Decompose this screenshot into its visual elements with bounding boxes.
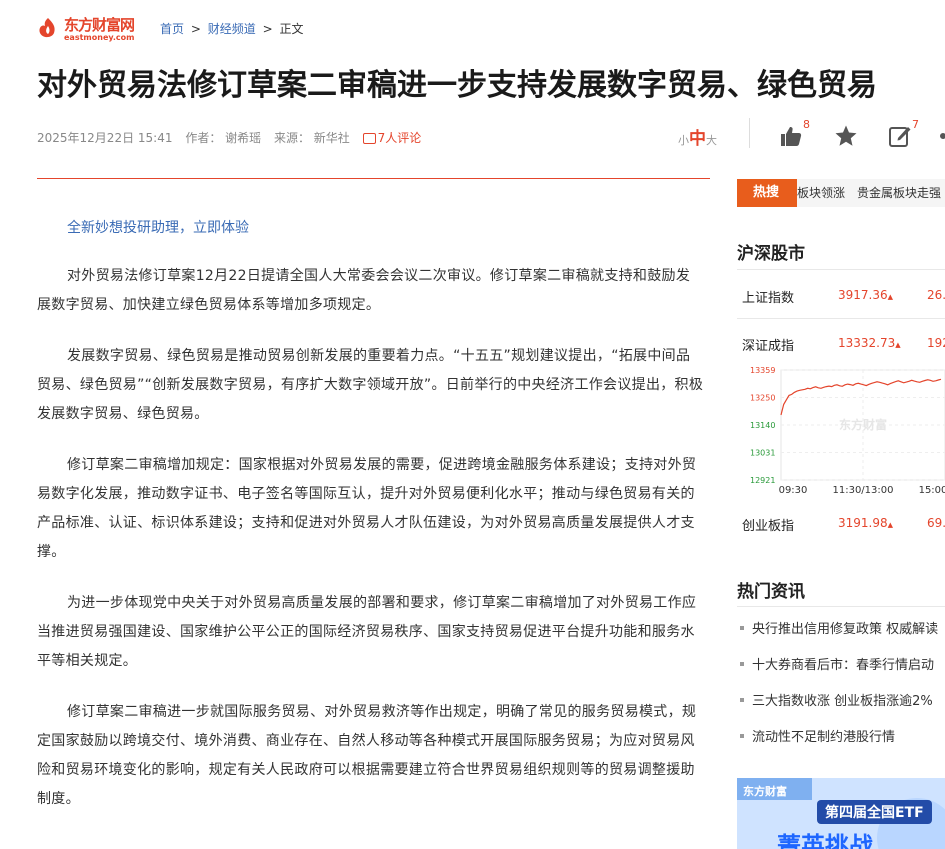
favorite-button[interactable] [834, 124, 858, 148]
comment-edit-button[interactable]: 7 [888, 118, 919, 148]
thumbs-up-icon [781, 127, 802, 146]
index-change: 192. [927, 336, 945, 350]
font-medium-button[interactable]: 中 [689, 129, 706, 149]
news-item[interactable]: 流动性不足制约港股行情 [740, 726, 895, 745]
breadcrumb-separator: > [190, 22, 201, 36]
chart-y-tick-label: 13031 [750, 449, 775, 458]
index-name: 创业板指 [742, 519, 795, 534]
article-paragraph: 修订草案二审稿进一步就国际服务贸易、对外贸易救济等作出规定，明确了常见的服务贸易… [37, 704, 697, 807]
chart-y-tick-label: 12921 [750, 476, 775, 485]
news-section-title: 热门资讯 [737, 582, 805, 602]
intraday-chart[interactable]: 13359 13250 13140 13031 12921 09:30 11:30/13:0… [737, 362, 945, 498]
edit-icon [889, 127, 911, 147]
hot-search-text[interactable]: 板块领涨 贵金属板块走强 [797, 179, 941, 207]
author: 作者： 谢希瑶 [185, 131, 262, 145]
bullet-icon [740, 662, 744, 666]
comments-link[interactable]: 7人评论 [362, 131, 431, 145]
comments-count: 7人评论 [377, 131, 422, 145]
star-icon [835, 125, 857, 146]
section-divider [737, 606, 945, 607]
index-value: 3917.36▲ [838, 288, 894, 302]
chart-y-tick-label: 13359 [750, 366, 775, 375]
section-divider [737, 269, 945, 270]
banner-title: 第四届全国ETF [817, 800, 932, 824]
banner-logo: 东方财富 [743, 785, 787, 798]
bullet-icon [740, 626, 744, 630]
index-row-szse[interactable]: 深证成指 13332.73▲ 192. [737, 328, 945, 360]
etf-contest-banner[interactable]: 东方财富 第四届全国ETF 菁英挑战 [737, 778, 945, 849]
news-item[interactable]: 三大指数收涨 创业板指涨逾2% [740, 690, 933, 709]
chart-x-tick-label: 09:30 [779, 485, 808, 496]
row-divider [737, 318, 945, 319]
market-section-title: 沪深股市 [737, 244, 805, 264]
chart-y-tick-label: 13250 [750, 394, 775, 403]
article-body: 对外贸易法修订草案12月22日提请全国人大常委会会议二次审议。修订草案二审稿就支… [37, 262, 704, 836]
article-title: 对外贸易法修订草案二审稿进一步支持发展数字贸易、绿色贸易 [37, 68, 877, 103]
index-name: 深证成指 [742, 339, 795, 354]
bullet-icon [740, 734, 744, 738]
article-paragraph: 发展数字贸易、绿色贸易是推动贸易创新发展的重要着力点。“十五五”规划建议提出，“… [37, 348, 704, 422]
source: 来源： 新华社 [273, 131, 350, 145]
logo-text-cn: 东方财富网 [64, 16, 135, 34]
font-size-switcher: 小中大 [678, 124, 717, 149]
index-row-chinext[interactable]: 创业板指 3191.98▲ 69. [737, 508, 945, 540]
site-logo[interactable]: 东方财富网 eastmoney.com [36, 14, 146, 44]
news-item[interactable]: 央行推出信用修复政策 权威解读 [740, 618, 938, 637]
font-small-button[interactable]: 小 [678, 134, 689, 147]
chart-x-tick-label: 15:00 [919, 485, 945, 496]
font-large-button[interactable]: 大 [706, 134, 717, 147]
article-paragraph: 修订草案二审稿增加规定：国家根据对外贸易发展的需要，促进跨境金融服务体系建设；支… [37, 457, 697, 560]
index-change: 69. [927, 516, 945, 530]
ai-assistant-promo-link[interactable]: 全新妙想投研助理，立即体验 [67, 217, 249, 237]
chart-y-tick-label: 13140 [750, 421, 775, 430]
title-divider [37, 178, 710, 179]
banner-subtitle: 菁英挑战 [777, 832, 873, 849]
hot-search-bar[interactable]: 热搜 板块领涨 贵金属板块走强 [737, 179, 945, 207]
logo-flame-icon [39, 18, 55, 38]
breadcrumb-separator: > [262, 22, 273, 36]
breadcrumb-current: 正文 [279, 22, 304, 36]
publish-date: 2025年12月22日 15:41 [37, 131, 173, 145]
index-name: 上证指数 [742, 291, 795, 306]
toolbar-divider [749, 118, 750, 148]
like-button[interactable]: 8 [779, 118, 810, 148]
bullet-icon [740, 698, 744, 702]
article-meta: 2025年12月22日 15:41 作者： 谢希瑶 来源： 新华社 7人评论 [37, 129, 430, 146]
edit-count: 7 [912, 118, 919, 131]
index-value: 3191.98▲ [838, 516, 894, 530]
like-count: 8 [803, 118, 810, 131]
share-icon [940, 133, 945, 139]
chart-watermark: 东方财富 [839, 417, 887, 432]
article-paragraph: 对外贸易法修订草案12月22日提请全国人大常委会会议二次审议。修订草案二审稿就支… [37, 268, 691, 313]
breadcrumb: 首页 > 财经频道 > 正文 [160, 20, 303, 37]
index-change: 26. [927, 288, 945, 302]
share-button[interactable] [937, 124, 945, 148]
index-row-sse[interactable]: 上证指数 3917.36▲ 26. [737, 280, 945, 312]
breadcrumb-finance-link[interactable]: 财经频道 [208, 22, 256, 36]
article-paragraph: 为进一步体现党中央关于对外贸易高质量发展的部署和要求，修订草案二审稿增加了对外贸… [37, 595, 697, 669]
breadcrumb-home-link[interactable]: 首页 [160, 22, 184, 36]
chart-x-tick-label: 11:30/13:00 [832, 485, 893, 496]
comment-icon [362, 133, 376, 144]
hot-search-label: 热搜 [737, 179, 797, 207]
index-value: 13332.73▲ [838, 336, 901, 350]
logo-text-en: eastmoney.com [64, 33, 135, 42]
news-item[interactable]: 十大券商看后市：春季行情启动 [740, 654, 934, 673]
